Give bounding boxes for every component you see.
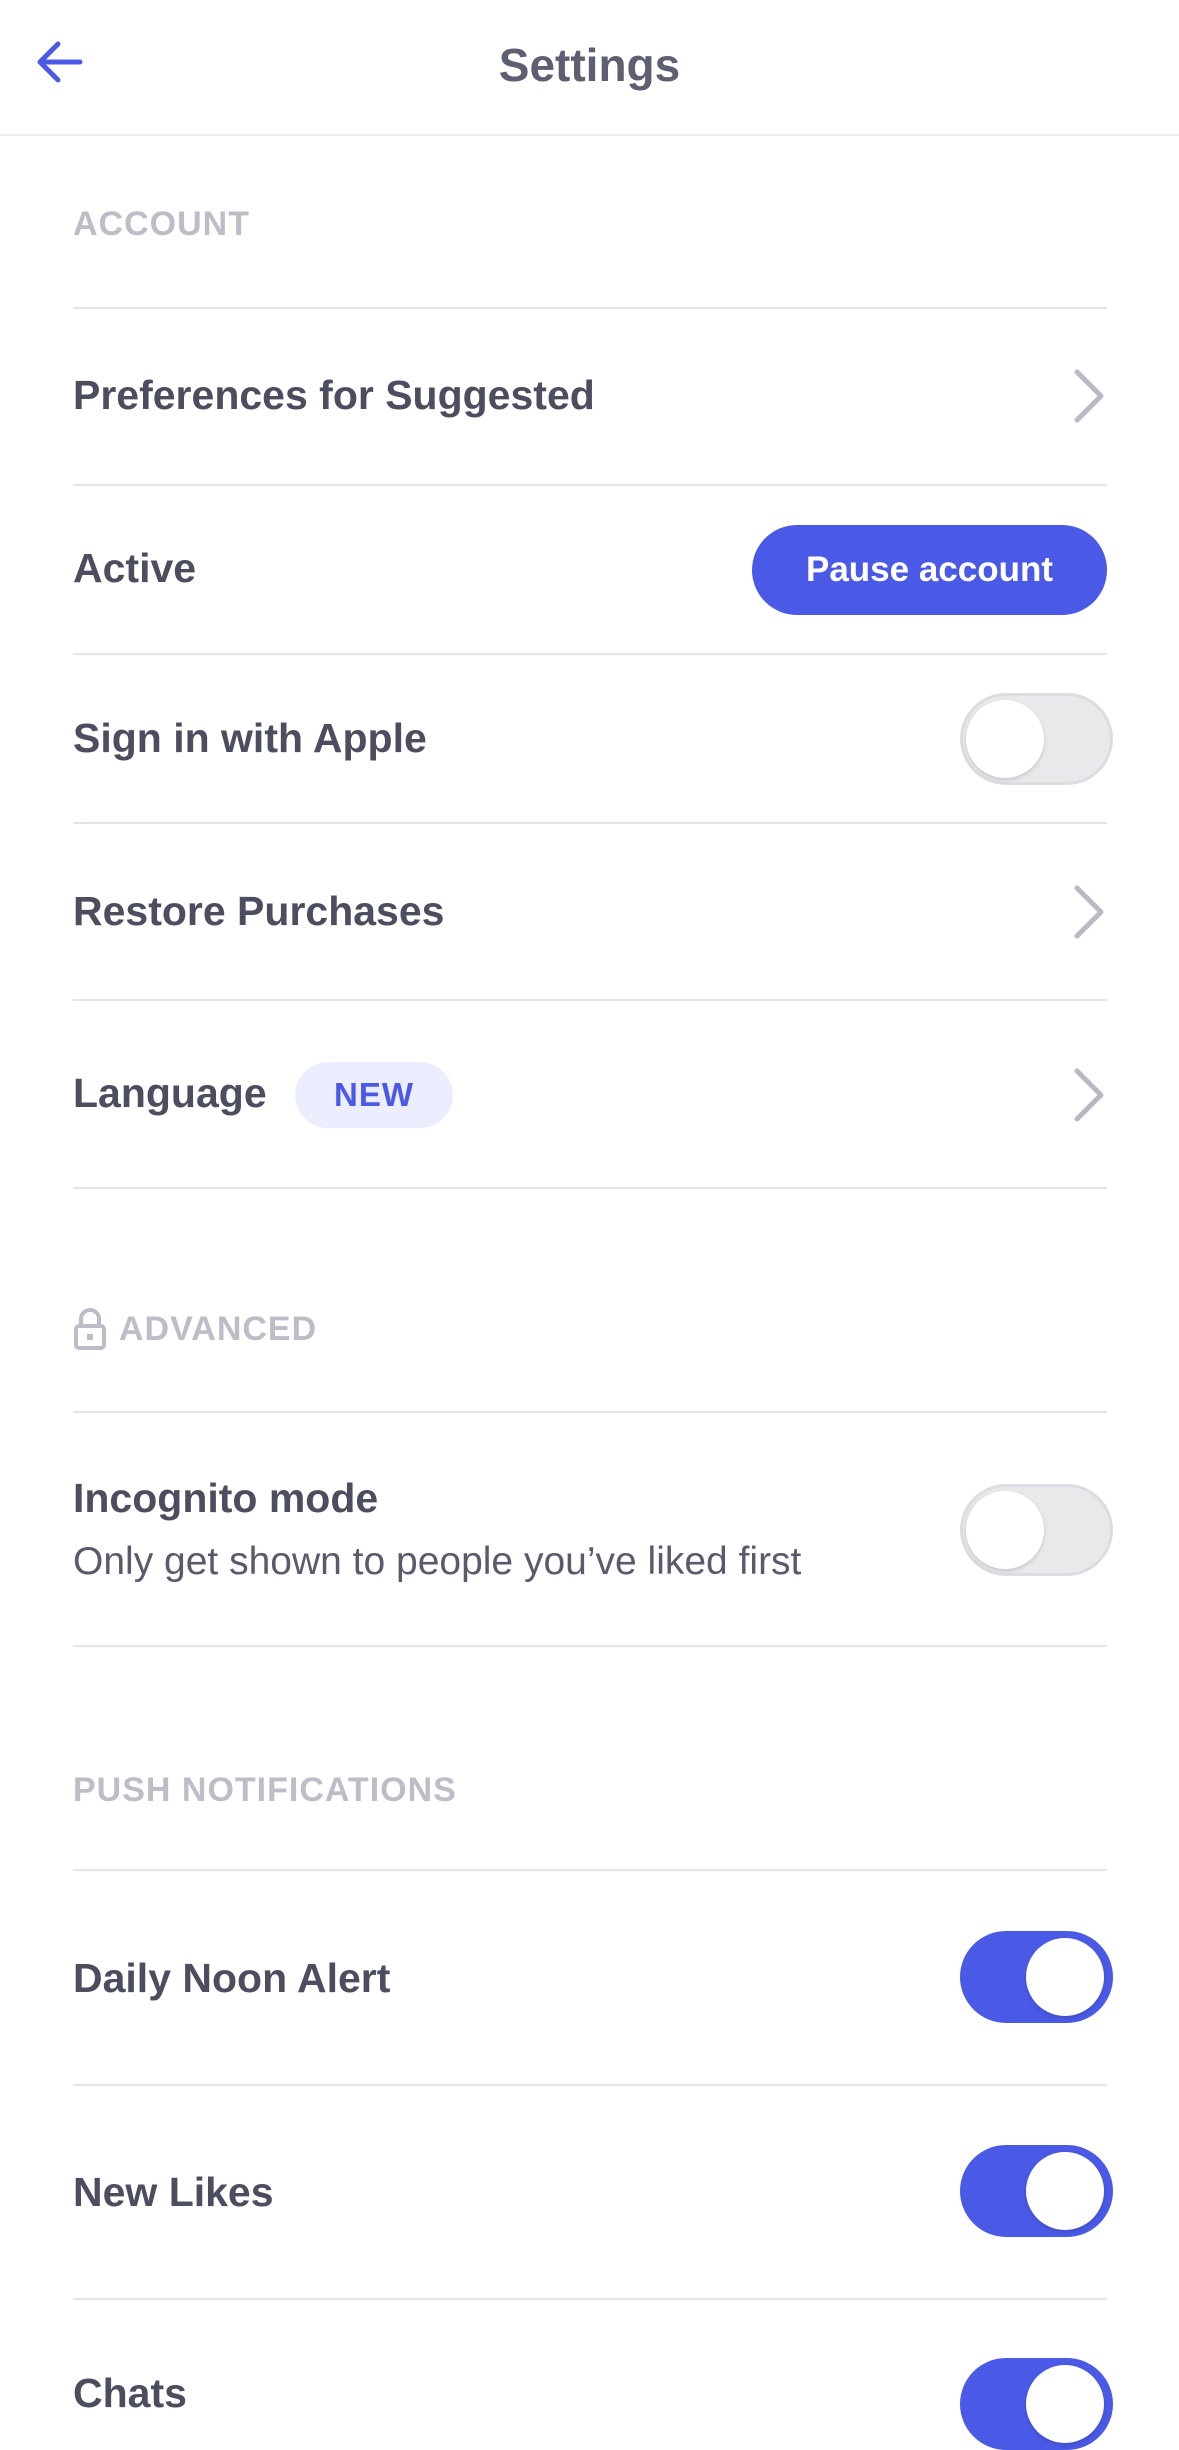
new-likes-toggle[interactable] [960, 2145, 1113, 2237]
top-bar: Settings [0, 0, 1179, 136]
new-likes-label: New Likes [73, 2169, 274, 2215]
section-label-advanced-text: ADVANCED [119, 1309, 318, 1348]
toggle-knob [966, 1491, 1044, 1569]
divider [73, 999, 1107, 1001]
page-title: Settings [498, 39, 681, 91]
section-label-advanced: ADVANCED [73, 1308, 317, 1350]
new-badge: NEW [295, 1062, 453, 1128]
divider [73, 1411, 1107, 1413]
sign-in-apple-toggle[interactable] [960, 693, 1113, 785]
preferences-label: Preferences for Suggested [73, 372, 595, 418]
restore-purchases-label: Restore Purchases [73, 888, 445, 934]
active-label: Active [73, 545, 197, 591]
chevron-right-icon [1074, 369, 1104, 423]
divider [73, 2298, 1107, 2300]
divider [73, 484, 1107, 486]
toggle-knob [966, 700, 1044, 778]
chats-toggle[interactable] [960, 2358, 1113, 2450]
section-label-account: ACCOUNT [73, 205, 250, 243]
divider [73, 1869, 1107, 1871]
toggle-knob [1026, 1938, 1104, 2016]
lock-icon [74, 1308, 106, 1350]
chevron-right-icon [1074, 885, 1104, 939]
daily-noon-toggle[interactable] [960, 1931, 1113, 2023]
toggle-knob [1026, 2365, 1104, 2443]
divider [73, 1645, 1107, 1647]
divider [73, 2084, 1107, 2086]
divider [73, 822, 1107, 824]
divider [73, 653, 1107, 655]
divider [73, 307, 1107, 309]
daily-noon-label: Daily Noon Alert [73, 1955, 391, 2001]
incognito-toggle[interactable] [960, 1484, 1113, 1576]
chevron-right-icon [1074, 1068, 1104, 1122]
toggle-knob [1026, 2152, 1104, 2230]
language-label: Language [73, 1070, 267, 1116]
pause-account-button[interactable]: Pause account [752, 525, 1107, 615]
incognito-description: Only get shown to people you’ve liked fi… [73, 1540, 802, 1583]
chats-label: Chats [73, 2370, 187, 2416]
section-label-push: PUSH NOTIFICATIONS [73, 1771, 457, 1809]
incognito-label: Incognito mode [73, 1475, 379, 1521]
sign-in-apple-label: Sign in with Apple [73, 715, 427, 761]
divider [73, 1187, 1107, 1189]
